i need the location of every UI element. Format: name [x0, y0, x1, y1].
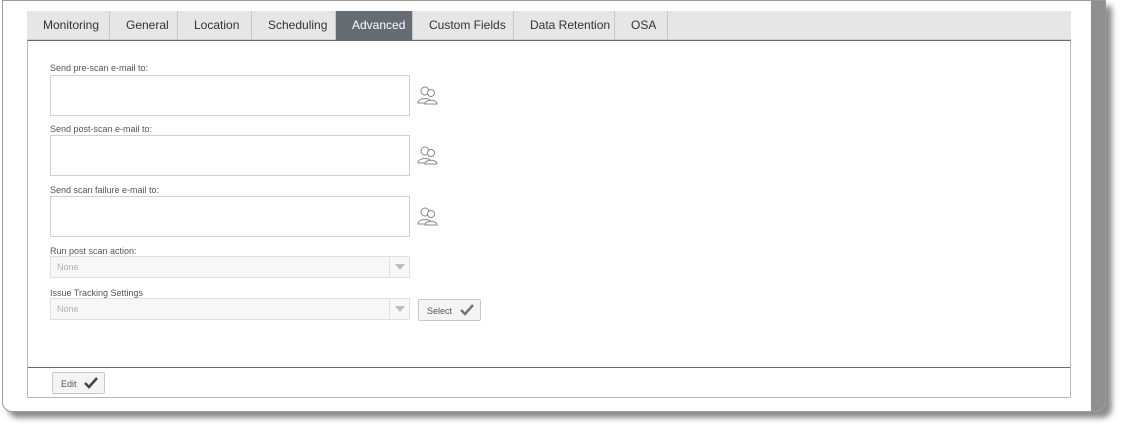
pre-scan-email-field[interactable]: [50, 75, 410, 116]
people-icon[interactable]: [417, 205, 439, 227]
tab-bar: Monitoring General Location Scheduling A…: [27, 11, 1071, 40]
tab-custom-fields[interactable]: Custom Fields: [413, 11, 514, 40]
tab-location[interactable]: Location: [178, 11, 252, 40]
window-frame: Monitoring General Location Scheduling A…: [2, 0, 1106, 412]
post-scan-email-field[interactable]: [50, 135, 410, 176]
issue-tracking-label: Issue Tracking Settings: [50, 288, 144, 298]
select-button-label: Select: [427, 306, 453, 316]
failure-email-label: Send scan failure e-mail to:: [50, 185, 160, 195]
issue-tracking-value: None: [57, 304, 79, 314]
issue-tracking-select[interactable]: None: [50, 298, 410, 320]
people-icon[interactable]: [417, 84, 439, 106]
edit-button[interactable]: Edit: [52, 372, 105, 394]
post-action-value: None: [57, 262, 79, 272]
failure-email-field[interactable]: [50, 196, 410, 237]
panel-footer: Edit: [28, 367, 1070, 397]
select-button[interactable]: Select: [418, 299, 481, 321]
chevron-down-icon[interactable]: [389, 257, 409, 277]
tab-monitoring[interactable]: Monitoring: [27, 11, 110, 40]
advanced-panel: Send pre-scan e-mail to: Send post-scan …: [27, 40, 1071, 398]
tab-advanced[interactable]: Advanced: [336, 11, 413, 40]
checkmark-icon: [84, 377, 98, 389]
people-icon[interactable]: [417, 144, 439, 166]
post-scan-email-label: Send post-scan e-mail to:: [50, 124, 153, 134]
tab-general[interactable]: General: [110, 11, 178, 40]
tab-data-retention[interactable]: Data Retention: [514, 11, 615, 40]
frame-right-edge: [1091, 1, 1105, 411]
post-action-select[interactable]: None: [50, 256, 410, 278]
chevron-down-icon[interactable]: [389, 299, 409, 319]
pre-scan-email-label: Send pre-scan e-mail to:: [50, 63, 149, 73]
edit-button-label: Edit: [61, 379, 77, 389]
post-action-label: Run post scan action:: [50, 246, 137, 256]
tab-scheduling[interactable]: Scheduling: [252, 11, 336, 40]
tab-osa[interactable]: OSA: [615, 11, 668, 40]
checkmark-icon: [460, 304, 474, 316]
